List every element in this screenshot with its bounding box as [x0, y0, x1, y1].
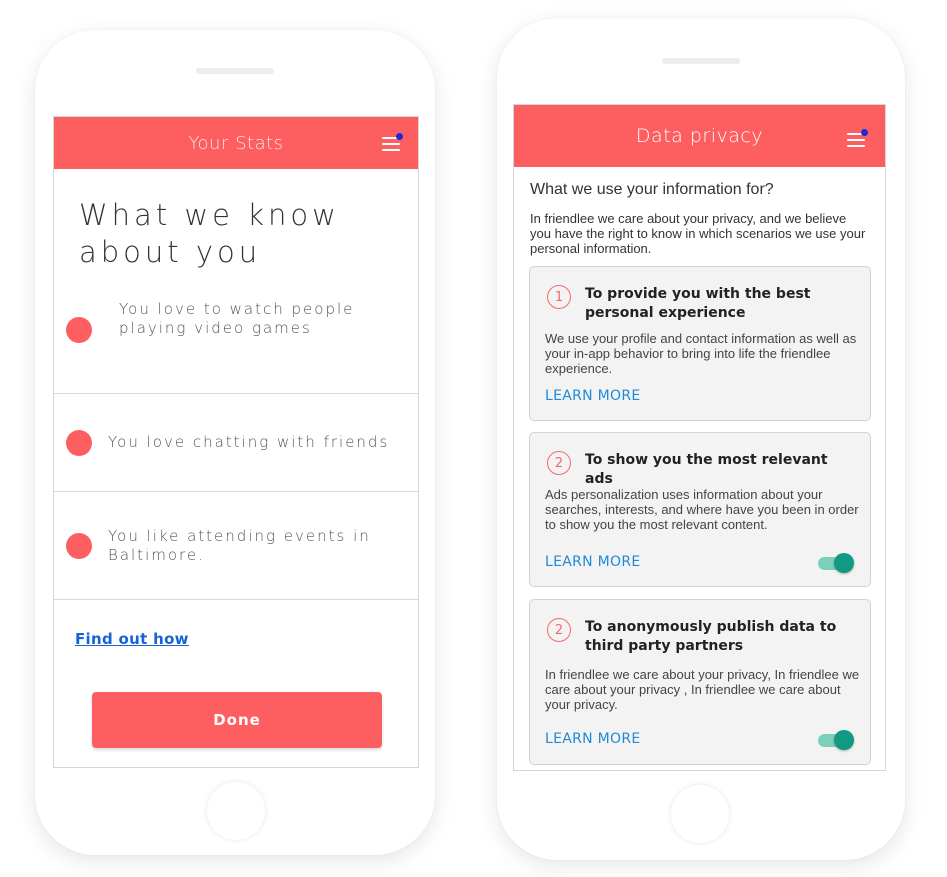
home-button — [207, 782, 265, 840]
notification-dot-icon — [861, 129, 868, 136]
toggle-knob — [834, 553, 854, 573]
card-body: Ads personalization uses information abo… — [545, 487, 859, 532]
intro-text: In friendlee we care about your privacy,… — [530, 211, 866, 256]
privacy-card: 1 To provide you with the best personal … — [529, 266, 871, 421]
stat-item: You like attending events in Baltimore. — [54, 492, 418, 600]
bullet-dot-icon — [66, 429, 92, 456]
stat-text: You love chatting with friends — [108, 433, 390, 451]
notification-dot-icon — [396, 133, 403, 140]
privacy-card: 2 To anonymously publish data to third p… — [529, 599, 871, 765]
hamburger-menu-icon[interactable] — [847, 129, 868, 147]
card-title: To provide you with the best personal ex… — [585, 286, 811, 321]
bullet-dot-icon — [66, 532, 92, 559]
phone-left: Your Stats What we know about you You lo… — [35, 30, 435, 855]
app-bar: Data privacy — [514, 105, 885, 167]
card-number: 1 — [547, 285, 571, 309]
app-bar: Your Stats — [54, 117, 418, 169]
stat-item: You love to watch people playing video g… — [54, 247, 418, 394]
bullet-dot-icon — [66, 317, 92, 343]
hamburger-menu-icon[interactable] — [382, 133, 403, 151]
page-title: Your Stats — [188, 132, 284, 154]
learn-more-link[interactable]: LEARN MORE — [545, 731, 641, 747]
done-button[interactable]: Done — [92, 692, 382, 748]
find-out-how-link[interactable]: Find out how — [75, 630, 189, 648]
card-title: To anonymously publish data to third par… — [585, 619, 837, 654]
privacy-card: 2 To show you the most relevant ads Ads … — [529, 432, 871, 587]
section-question: What we use your information for? — [530, 181, 774, 198]
card-title: To show you the most relevant ads — [585, 452, 828, 487]
stat-item: You love chatting with friends — [54, 394, 418, 492]
privacy-screen: Data privacy What we use your informatio… — [513, 104, 886, 771]
speaker-grille — [662, 58, 740, 64]
stats-screen: Your Stats What we know about you You lo… — [53, 116, 419, 768]
page-title: Data privacy — [635, 125, 764, 147]
stat-text: You love to watch people playing video g… — [119, 300, 355, 337]
learn-more-link[interactable]: LEARN MORE — [545, 554, 641, 570]
home-button — [671, 785, 729, 843]
card-body: We use your profile and contact informat… — [545, 331, 857, 376]
card-number: 2 — [547, 618, 571, 642]
toggle-knob — [834, 730, 854, 750]
speaker-grille — [196, 68, 274, 74]
stat-text: You like attending events in Baltimore. — [108, 526, 371, 564]
card-number: 2 — [547, 451, 571, 475]
learn-more-link[interactable]: LEARN MORE — [545, 388, 641, 404]
phone-right: Data privacy What we use your informatio… — [497, 18, 905, 860]
card-body: In friendlee we care about your privacy,… — [545, 667, 860, 712]
third-party-toggle[interactable] — [818, 730, 854, 750]
ads-toggle[interactable] — [818, 553, 854, 573]
